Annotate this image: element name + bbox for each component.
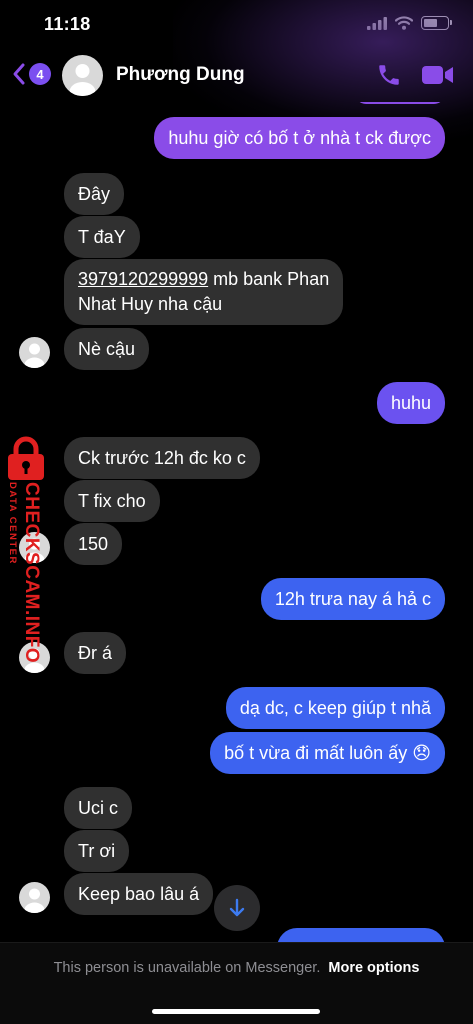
message-bubble-incoming[interactable]: Uci c <box>64 787 132 829</box>
arrow-down-icon <box>229 898 245 917</box>
contact-avatar[interactable] <box>62 55 103 96</box>
message-bubble-incoming[interactable]: Ck trước 12h đc ko c <box>64 437 260 479</box>
message-bubble-incoming[interactable]: Đr á <box>64 632 127 674</box>
message-text: Nhat Huy nha cậu <box>78 294 223 314</box>
video-camera-icon <box>422 66 453 84</box>
message-bubble-incoming[interactable]: Nè cậu <box>64 328 150 370</box>
sender-avatar <box>19 532 50 563</box>
sender-avatar <box>19 642 50 673</box>
scroll-to-bottom-button[interactable] <box>214 885 260 931</box>
message-bubble-incoming[interactable]: 150 <box>64 523 123 565</box>
message-text: mb bank Phan <box>208 269 330 289</box>
message-bubble-partial[interactable] <box>355 102 445 104</box>
sad-face-emoji: 😞 <box>412 743 431 763</box>
audio-call-button[interactable] <box>376 62 402 93</box>
video-call-button[interactable] <box>422 64 454 91</box>
phone-icon <box>379 65 399 85</box>
message-bubble-outgoing[interactable]: huhu giờ có bố t ở nhà t ck được <box>154 117 445 159</box>
message-bubble-incoming[interactable]: T đaY <box>64 216 140 258</box>
message-bubble-incoming[interactable]: T fix cho <box>64 480 160 522</box>
status-icons <box>367 16 452 30</box>
status-bar: 11:18 <box>0 0 473 50</box>
message-text: bố t vừa đi mất luôn ấy <box>224 743 408 763</box>
unread-count-badge: 4 <box>29 63 51 85</box>
status-time: 11:18 <box>44 14 91 34</box>
message-list[interactable]: huhu giờ có bố t ở nhà t ck được Đây T đ… <box>0 102 473 942</box>
contact-name[interactable]: Phương Dung <box>116 64 245 86</box>
sender-avatar <box>19 337 50 368</box>
battery-icon <box>421 16 452 30</box>
message-bubble-incoming[interactable]: Đây <box>64 173 125 215</box>
message-bubble-partial[interactable] <box>277 928 445 942</box>
message-bubble-outgoing[interactable]: 12h trưa nay á hả c <box>260 578 445 620</box>
sender-avatar <box>19 882 50 913</box>
wifi-icon <box>395 16 413 30</box>
unavailable-notice: This person is unavailable on Messenger. <box>53 960 321 976</box>
message-bubble-incoming[interactable]: Tr ơi <box>64 830 130 872</box>
message-bubble-outgoing[interactable]: dạ dc, c keep giúp t nhă <box>225 687 445 729</box>
conversation-header: 4 Phương Dung <box>0 50 473 102</box>
back-button[interactable]: 4 <box>12 62 51 86</box>
message-bubble-incoming[interactable]: Keep bao lâu á <box>64 873 214 915</box>
unavailable-footer: This person is unavailable on Messenger.… <box>0 942 473 1024</box>
message-bubble-outgoing[interactable]: huhu <box>376 382 445 424</box>
more-options-link[interactable]: More options <box>328 960 419 976</box>
message-bubble-incoming[interactable]: 3979120299999 mb bank Phan Nhat Huy nha … <box>64 259 344 325</box>
home-indicator[interactable] <box>152 1009 320 1014</box>
message-bubble-outgoing[interactable]: bố t vừa đi mất luôn ấy 😞 <box>210 732 445 774</box>
footer-notice-row: This person is unavailable on Messenger.… <box>0 960 473 976</box>
chevron-left-icon <box>13 63 25 85</box>
cellular-signal-icon <box>367 16 387 30</box>
account-number-link[interactable]: 3979120299999 <box>78 269 208 289</box>
